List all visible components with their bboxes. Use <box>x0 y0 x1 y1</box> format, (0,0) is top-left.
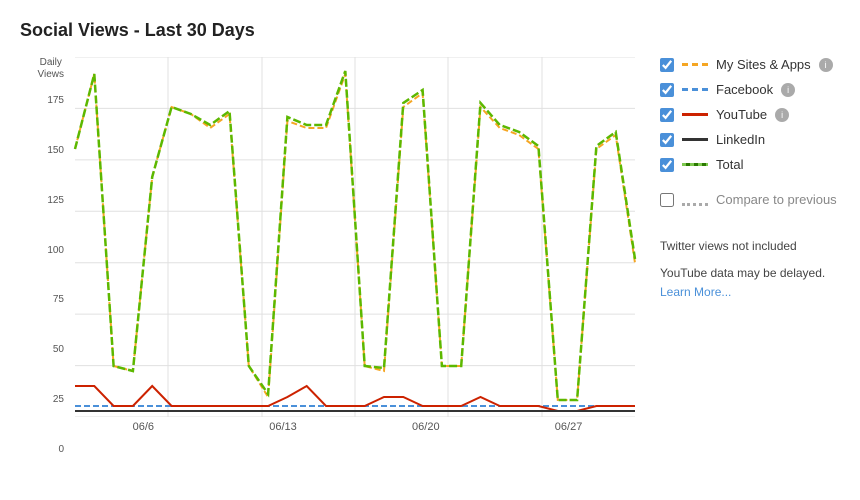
legend-icon-facebook <box>682 83 708 97</box>
legend-label-linkedin: LinkedIn <box>716 132 765 147</box>
legend-icon-total <box>682 158 708 172</box>
legend-label-youtube: YouTube <box>716 107 767 122</box>
chart-svg <box>70 57 640 417</box>
info-icon-my-sites[interactable]: i <box>819 58 833 72</box>
legend-icon-my-sites <box>682 58 708 72</box>
legend-checkbox-total[interactable] <box>660 158 674 172</box>
compare-checkbox[interactable] <box>660 193 674 207</box>
legend-item-youtube: YouTube i <box>660 107 840 122</box>
compare-section: Compare to previous <box>660 192 840 207</box>
info-icon-youtube[interactable]: i <box>775 108 789 122</box>
legend-label-total: Total <box>716 157 743 172</box>
x-labels: 06/6 06/13 06/20 06/27 <box>70 421 640 433</box>
compare-icon <box>682 193 708 207</box>
x-label-06-6: 06/6 <box>133 421 154 433</box>
y-tick-175: 175 <box>47 95 64 106</box>
x-label-06-20: 06/20 <box>412 421 440 433</box>
info-icon-facebook[interactable]: i <box>781 83 795 97</box>
legend-item-linkedin: LinkedIn <box>660 132 840 147</box>
legend-item-total: Total <box>660 157 840 172</box>
legend-icon-linkedin <box>682 133 708 147</box>
notes: Twitter views not included YouTube data … <box>660 237 840 303</box>
legend: My Sites & Apps i Facebook i YouTube i <box>640 57 840 480</box>
compare-label: Compare to previous <box>716 192 837 207</box>
legend-label-my-sites: My Sites & Apps <box>716 57 811 72</box>
y-tick-50: 50 <box>47 344 64 355</box>
y-tick-125: 125 <box>47 195 64 206</box>
x-label-06-27: 06/27 <box>555 421 583 433</box>
page-title: Social Views - Last 30 Days <box>20 20 840 41</box>
y-tick-25: 25 <box>47 394 64 405</box>
legend-checkbox-linkedin[interactable] <box>660 133 674 147</box>
chart-wrapper: DailyViews 175 150 125 100 75 50 25 0 <box>20 57 640 480</box>
legend-label-facebook: Facebook <box>716 82 773 97</box>
daily-label: DailyViews <box>38 57 65 81</box>
youtube-note: YouTube data may be delayed. Learn More.… <box>660 264 840 302</box>
y-ticks: 175 150 125 100 75 50 25 0 <box>47 95 64 455</box>
legend-icon-youtube <box>682 108 708 122</box>
main-container: Social Views - Last 30 Days DailyViews 1… <box>0 0 860 500</box>
y-axis-label: DailyViews 175 150 125 100 75 50 25 0 <box>20 57 70 480</box>
y-tick-75: 75 <box>47 294 64 305</box>
youtube-note-text: YouTube data may be delayed. <box>660 266 825 280</box>
y-tick-100: 100 <box>47 245 64 256</box>
legend-item-facebook: Facebook i <box>660 82 840 97</box>
x-label-06-13: 06/13 <box>269 421 297 433</box>
y-tick-150: 150 <box>47 145 64 156</box>
legend-item-my-sites: My Sites & Apps i <box>660 57 840 72</box>
chart-svg-container: 06/6 06/13 06/20 06/27 <box>70 57 640 480</box>
chart-area: DailyViews 175 150 125 100 75 50 25 0 <box>20 57 840 480</box>
y-tick-0: 0 <box>47 444 64 455</box>
legend-checkbox-my-sites[interactable] <box>660 58 674 72</box>
legend-checkbox-youtube[interactable] <box>660 108 674 122</box>
legend-checkbox-facebook[interactable] <box>660 83 674 97</box>
learn-more-link[interactable]: Learn More... <box>660 285 731 299</box>
twitter-note: Twitter views not included <box>660 237 840 256</box>
